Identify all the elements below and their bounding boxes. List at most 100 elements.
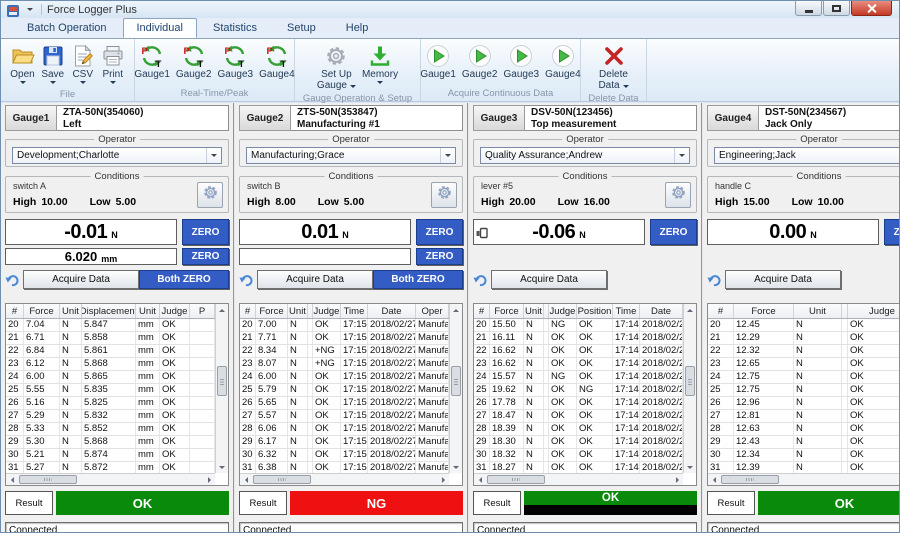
table-row[interactable]: 2412.75NOK: [708, 371, 900, 384]
ribbon-button-acquire-continuous-data-gauge4[interactable]: Gauge4: [542, 41, 584, 82]
condition-settings-button[interactable]: [665, 182, 691, 208]
acquire-data-button[interactable]: Acquire Data: [491, 270, 607, 289]
scroll-down-icon[interactable]: [216, 461, 228, 473]
table-row[interactable]: 2012.45NOK: [708, 319, 900, 332]
table-row[interactable]: 2512.75NOK: [708, 384, 900, 397]
table-row[interactable]: 285.33N5.852mmOK: [6, 423, 215, 436]
tab-statistics[interactable]: Statistics: [199, 18, 271, 38]
vertical-scroll-thumb[interactable]: [685, 366, 695, 396]
table-row[interactable]: 2316.62NOKOK17:142018/02/27: [474, 358, 683, 371]
ribbon-button-file-csv[interactable]: CSV: [68, 41, 98, 89]
table-vertical-scrollbar[interactable]: [449, 304, 462, 473]
table-row[interactable]: 2415.57NNGOK17:142018/02/27: [474, 371, 683, 384]
table-row[interactable]: 2519.62NOKNG17:142018/02/27: [474, 384, 683, 397]
table-row[interactable]: 2812.63NOK: [708, 423, 900, 436]
table-row[interactable]: 207.00NOK17:152018/02/27Manufacturing: [240, 319, 449, 332]
force-zero-button[interactable]: ZERO: [650, 219, 697, 245]
operator-select[interactable]: Manufacturing;Grace: [246, 147, 456, 164]
vertical-scroll-thumb[interactable]: [217, 366, 227, 396]
horizontal-scroll-thumb[interactable]: [253, 475, 311, 484]
scroll-down-icon[interactable]: [684, 461, 696, 473]
table-row[interactable]: 216.71N5.858mmOK: [6, 332, 215, 345]
table-horizontal-scrollbar[interactable]: [240, 473, 449, 485]
table-row[interactable]: 265.16N5.825mmOK: [6, 397, 215, 410]
scroll-right-icon[interactable]: [203, 474, 215, 485]
table-row[interactable]: 2712.81NOK: [708, 410, 900, 423]
displacement-zero-button[interactable]: ZERO: [416, 248, 463, 265]
ribbon-button-real-time-peak-gauge3[interactable]: PTGauge3: [215, 41, 257, 82]
horizontal-scroll-thumb[interactable]: [19, 475, 77, 484]
operator-select[interactable]: Development;Charlotte: [12, 147, 222, 164]
tab-help[interactable]: Help: [332, 18, 383, 38]
table-row[interactable]: 217.71NOK17:152018/02/27Manufacturing: [240, 332, 449, 345]
ribbon-button-real-time-peak-gauge4[interactable]: PTGauge4: [256, 41, 298, 82]
ribbon-button-real-time-peak-gauge2[interactable]: PTGauge2: [173, 41, 215, 82]
table-row[interactable]: 226.84N5.861mmOK: [6, 345, 215, 358]
table-row[interactable]: 295.30N5.868mmOK: [6, 436, 215, 449]
table-row[interactable]: 207.04N5.847mmOK: [6, 319, 215, 332]
table-row[interactable]: 3112.39NOK: [708, 462, 900, 473]
table-row[interactable]: 246.00NOK17:152018/02/27Manufacturing: [240, 371, 449, 384]
table-row[interactable]: 315.27N5.872mmOK: [6, 462, 215, 473]
scroll-up-icon[interactable]: [684, 304, 696, 316]
scroll-left-icon[interactable]: [6, 474, 18, 485]
quick-access-menu-button[interactable]: [23, 4, 37, 16]
force-zero-button[interactable]: ZERO: [884, 219, 900, 245]
scroll-down-icon[interactable]: [450, 461, 462, 473]
horizontal-scroll-thumb[interactable]: [487, 475, 545, 484]
table-row[interactable]: 238.07N+NG17:152018/02/27Manufacturing: [240, 358, 449, 371]
ribbon-button-acquire-continuous-data-gauge1[interactable]: Gauge1: [417, 41, 459, 82]
both-zero-button[interactable]: Both ZERO: [373, 270, 463, 289]
maximize-button[interactable]: [823, 1, 850, 16]
horizontal-scroll-thumb[interactable]: [721, 475, 779, 484]
ribbon-button-acquire-continuous-data-gauge2[interactable]: Gauge2: [459, 41, 501, 82]
tab-individual[interactable]: Individual: [123, 18, 197, 38]
acquire-data-button[interactable]: Acquire Data: [23, 270, 139, 289]
tab-setup[interactable]: Setup: [273, 18, 330, 38]
table-row[interactable]: 296.17NOK17:152018/02/27Manufacturing: [240, 436, 449, 449]
operator-select[interactable]: Engineering;Jack: [714, 147, 900, 164]
table-row[interactable]: 228.34N+NG17:152018/02/27Manufacturing: [240, 345, 449, 358]
table-row[interactable]: 306.32NOK17:152018/02/27Manufacturing: [240, 449, 449, 462]
table-row[interactable]: 286.06NOK17:152018/02/27Manufacturing: [240, 423, 449, 436]
tab-batch-operation[interactable]: Batch Operation: [13, 18, 121, 38]
operator-select[interactable]: Quality Assurance;Andrew: [480, 147, 690, 164]
table-horizontal-scrollbar[interactable]: [6, 473, 215, 485]
ribbon-button-file-open[interactable]: Open: [7, 41, 37, 89]
scroll-up-icon[interactable]: [450, 304, 462, 316]
table-row[interactable]: 255.79NOK17:152018/02/27Manufacturing: [240, 384, 449, 397]
table-row[interactable]: 2818.39NOKOK17:142018/02/27: [474, 423, 683, 436]
both-zero-button[interactable]: Both ZERO: [139, 270, 229, 289]
table-row[interactable]: 246.00N5.865mmOK: [6, 371, 215, 384]
scroll-up-icon[interactable]: [216, 304, 228, 316]
table-row[interactable]: 2312.65NOK: [708, 358, 900, 371]
table-row[interactable]: 255.55N5.835mmOK: [6, 384, 215, 397]
table-row[interactable]: 265.65NOK17:152018/02/27Manufacturing: [240, 397, 449, 410]
table-row[interactable]: 2718.47NOKOK17:142018/02/27: [474, 410, 683, 423]
table-row[interactable]: 3118.27NOKOK17:142018/02/27: [474, 462, 683, 473]
acquire-data-button[interactable]: Acquire Data: [725, 270, 841, 289]
table-row[interactable]: 275.57NOK17:152018/02/27Manufacturing: [240, 410, 449, 423]
ribbon-button-file-print[interactable]: Print: [98, 41, 128, 89]
condition-settings-button[interactable]: [197, 182, 223, 208]
table-row[interactable]: 3018.32NOKOK17:142018/02/27: [474, 449, 683, 462]
table-row[interactable]: 305.21N5.874mmOK: [6, 449, 215, 462]
table-row[interactable]: 2617.78NOKOK17:142018/02/27: [474, 397, 683, 410]
table-row[interactable]: 236.12N5.868mmOK: [6, 358, 215, 371]
ribbon-button-acquire-continuous-data-gauge3[interactable]: Gauge3: [501, 41, 543, 82]
table-row[interactable]: 2918.30NOKOK17:142018/02/27: [474, 436, 683, 449]
force-zero-button[interactable]: ZERO: [416, 219, 463, 245]
table-horizontal-scrollbar[interactable]: [708, 473, 900, 485]
table-row[interactable]: 2116.11NOKOK17:142018/02/27: [474, 332, 683, 345]
condition-settings-button[interactable]: [431, 182, 457, 208]
table-horizontal-scrollbar[interactable]: [474, 473, 683, 485]
scroll-left-icon[interactable]: [708, 474, 720, 485]
scroll-left-icon[interactable]: [240, 474, 252, 485]
minimize-button[interactable]: [795, 1, 822, 16]
vertical-scroll-thumb[interactable]: [451, 366, 461, 396]
table-row[interactable]: 2112.29NOK: [708, 332, 900, 345]
table-row[interactable]: 2216.62NOKOK17:142018/02/27: [474, 345, 683, 358]
scroll-right-icon[interactable]: [671, 474, 683, 485]
close-button[interactable]: [851, 1, 892, 16]
scroll-left-icon[interactable]: [474, 474, 486, 485]
